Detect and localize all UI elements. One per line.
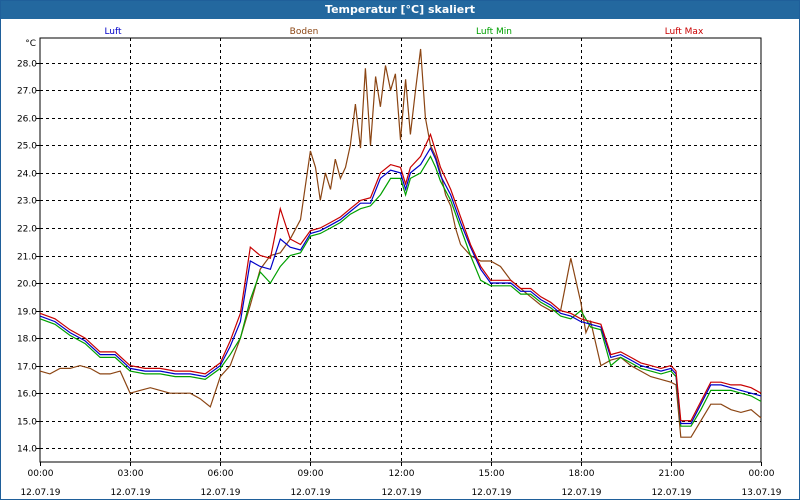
x-tick-time: 03:00 xyxy=(118,469,144,479)
y-tick-label: 24.0 xyxy=(17,170,37,180)
x-tick-time: 15:00 xyxy=(479,469,505,479)
legend-luft-max: Luft Max xyxy=(665,27,704,37)
x-tick-date: 12.07.19 xyxy=(381,488,421,498)
y-tick-label: 18.0 xyxy=(17,335,37,345)
temperature-chart: 14.0 15.0 16.0 17.0 18.0 19.0 20.0 21.0 22.0 23.0… xyxy=(17,27,782,498)
legend-boden: Boden xyxy=(290,27,319,37)
plot-area xyxy=(39,37,762,463)
x-tick-time: 00:00 xyxy=(28,469,54,479)
y-tick-label: 14.0 xyxy=(17,445,37,455)
y-tick-label: 15.0 xyxy=(17,418,37,428)
x-tick-time: 21:00 xyxy=(659,469,685,479)
legend-luft: Luft xyxy=(104,27,122,37)
y-tick-label: 17.0 xyxy=(17,363,37,373)
y-tick-label: 19.0 xyxy=(17,308,37,318)
y-tick-label: 26.0 xyxy=(17,115,37,125)
y-tick-label: 25.0 xyxy=(17,142,37,152)
y-tick-label: 21.0 xyxy=(17,253,37,263)
y-tick-label: 28.0 xyxy=(17,60,37,70)
x-tick-time: 06:00 xyxy=(208,469,234,479)
y-tick-label: 20.0 xyxy=(17,280,37,290)
x-tick-time: 00:00 xyxy=(749,469,775,479)
x-tick-time: 12:00 xyxy=(389,469,415,479)
x-tick-date: 12.07.19 xyxy=(110,488,150,498)
y-unit-label: °C xyxy=(25,39,36,49)
y-tick-label: 23.0 xyxy=(17,197,37,207)
x-tick-time: 09:00 xyxy=(298,469,324,479)
legend-luft-min: Luft Min xyxy=(476,27,512,37)
x-tick-date: 12.07.19 xyxy=(561,488,601,498)
window-title: Temperatur [°C] skaliert xyxy=(1,1,799,19)
y-tick-label: 16.0 xyxy=(17,390,37,400)
x-tick-time: 18:00 xyxy=(569,469,595,479)
y-tick-label: 22.0 xyxy=(17,225,37,235)
x-tick-date: 13.07.19 xyxy=(741,488,781,498)
x-tick-date: 12.07.19 xyxy=(20,488,60,498)
chart-window: Temperatur [°C] skaliert 14.0 15.0 16.0 17.… xyxy=(0,0,800,500)
x-tick-date: 12.07.19 xyxy=(200,488,240,498)
y-tick-label: 27.0 xyxy=(17,87,37,97)
x-tick-date: 12.07.19 xyxy=(290,488,330,498)
x-tick-date: 12.07.19 xyxy=(651,488,691,498)
x-tick-date: 12.07.19 xyxy=(471,488,511,498)
